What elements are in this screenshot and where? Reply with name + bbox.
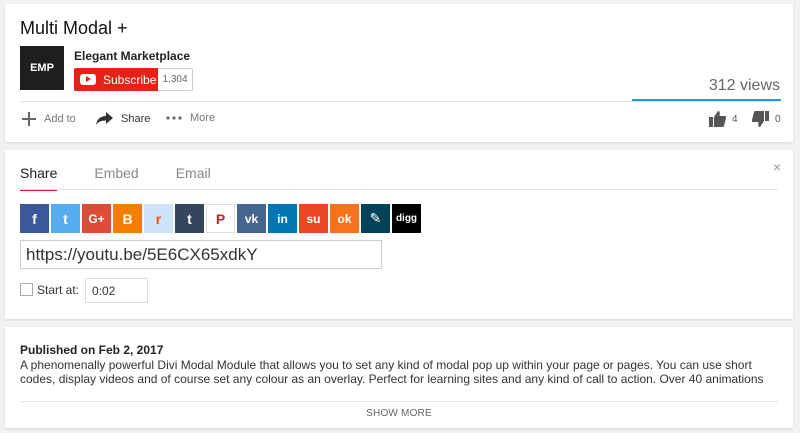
view-count: 312 views <box>708 77 780 94</box>
linkedin-icon[interactable]: in <box>268 204 297 233</box>
close-icon[interactable]: × <box>773 159 781 175</box>
start-at-label: Start at: <box>37 283 80 297</box>
livejournal-icon[interactable]: ✎ <box>361 204 390 233</box>
more-dots-icon <box>166 116 182 120</box>
description-divider <box>20 401 778 402</box>
tumblr-icon[interactable]: t <box>175 204 204 233</box>
like-button[interactable]: 4 <box>709 111 738 127</box>
start-time-input[interactable]: 0:02 <box>85 278 148 303</box>
video-info-card: Multi Modal + EMP Elegant Marketplace Su… <box>5 4 793 142</box>
like-count: 4 <box>732 113 738 125</box>
add-to-label: Add to <box>44 113 76 125</box>
share-label: Share <box>121 112 151 125</box>
share-panel: Share Embed Email × f t G+ Br t Pvk in su ok ✎ dig… <box>5 150 793 319</box>
share-url-input[interactable] <box>20 240 382 269</box>
stumbleupon-icon[interactable]: su <box>299 204 328 233</box>
social-share-icons: f t G+ Br t Pvk in su ok ✎ digg <box>20 204 423 233</box>
channel-avatar[interactable]: EMP <box>20 46 64 90</box>
facebook-icon[interactable]: f <box>20 204 49 233</box>
pinterest-icon[interactable]: P <box>206 204 235 233</box>
more-button[interactable]: More <box>166 112 215 124</box>
subscribe-label: Subscribe <box>103 72 157 87</box>
description-text: A phenomenally powerful Divi Modal Modul… <box>20 358 764 386</box>
video-title: Multi Modal + <box>20 18 128 38</box>
tabs-divider <box>20 189 778 190</box>
subscribe-button[interactable]: Subscribe <box>74 68 158 91</box>
digg-icon[interactable]: digg <box>392 204 421 233</box>
channel-name[interactable]: Elegant Marketplace <box>74 49 190 63</box>
add-to-button[interactable]: Add to <box>22 112 76 126</box>
share-tabs: Share Embed Email <box>20 165 248 191</box>
start-at-checkbox[interactable] <box>20 283 33 296</box>
info-divider <box>20 101 778 102</box>
tab-email[interactable]: Email <box>176 165 211 191</box>
thumbs-down-icon <box>752 111 769 127</box>
description-card: Published on Feb 2, 2017 A phenomenally … <box>5 327 793 428</box>
youtube-logo-icon <box>80 74 96 85</box>
tab-embed[interactable]: Embed <box>94 165 138 191</box>
show-more-button[interactable]: SHOW MORE <box>5 408 793 419</box>
share-arrow-icon <box>96 112 113 125</box>
odnoklassniki-icon[interactable]: ok <box>330 204 359 233</box>
vk-icon[interactable]: vk <box>237 204 266 233</box>
dislike-button[interactable]: 0 <box>752 111 781 127</box>
twitter-icon[interactable]: t <box>51 204 80 233</box>
blogger-icon[interactable]: B <box>113 204 142 233</box>
more-label: More <box>190 112 216 124</box>
google-plus-icon[interactable]: G+ <box>82 204 111 233</box>
publish-date: Published on Feb 2, 2017 <box>20 343 164 357</box>
thumbs-up-icon <box>709 111 726 127</box>
tab-share[interactable]: Share <box>20 165 58 191</box>
plus-icon <box>22 112 36 126</box>
dislike-count: 0 <box>775 113 781 125</box>
share-button[interactable]: Share <box>96 112 150 125</box>
reddit-icon[interactable]: r <box>144 204 173 233</box>
subscriber-count: 1,304 <box>158 68 193 91</box>
